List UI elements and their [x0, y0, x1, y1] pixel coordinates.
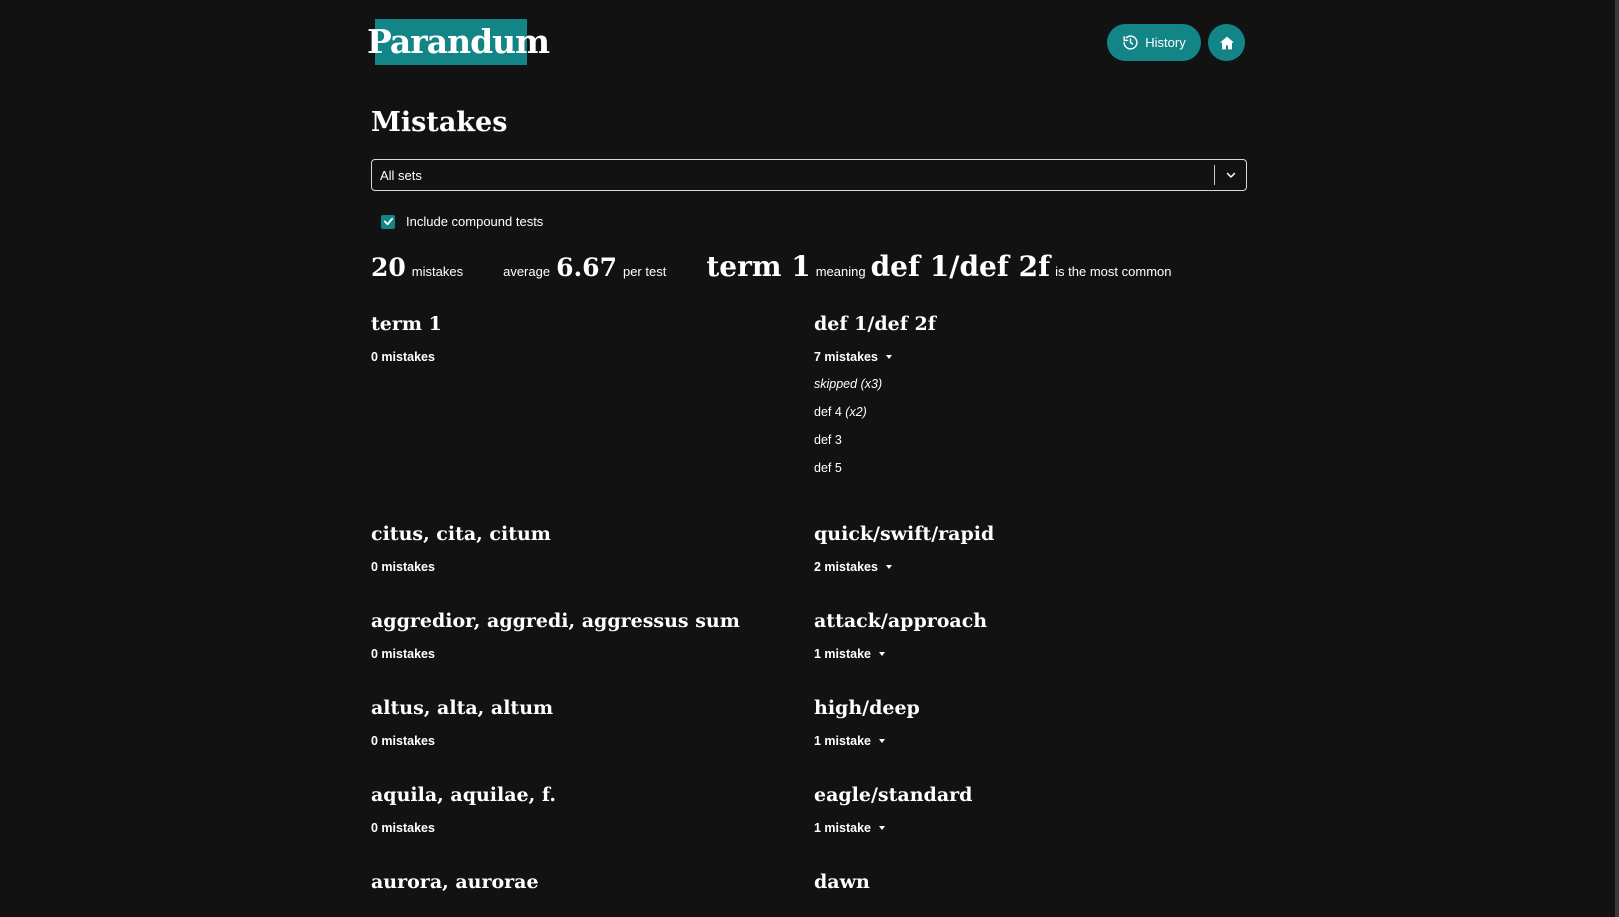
caret-down-icon — [885, 354, 892, 359]
mistake-answer: def 4 — [814, 405, 842, 419]
term-text: aurora, aurorae — [371, 871, 539, 893]
home-button[interactable] — [1208, 24, 1245, 61]
list-item: citus, cita, citum 0 mistakes quick/swif… — [371, 521, 1249, 608]
set-select[interactable]: All sets — [371, 159, 1247, 191]
term-cell: term 1 0 mistakes — [371, 311, 814, 521]
term-mistake-count: 0 mistakes — [371, 349, 435, 364]
include-compound-row: Include compound tests — [381, 214, 543, 229]
definition-text: attack/approach — [814, 610, 988, 632]
list-item: aggredior, aggredi, aggressus sum 0 mist… — [371, 608, 1249, 695]
definition-text: def 1/def 2f — [814, 313, 936, 335]
average-stat: average 6.67 per test — [503, 253, 666, 282]
most-common-term: term 1 — [706, 250, 811, 283]
most-common-meaning: def 1/def 2f — [870, 250, 1051, 283]
most-common-label: is the most common — [1055, 264, 1172, 279]
term-mistake-count: 0 mistakes — [371, 559, 435, 574]
term-cell: aurora, aurorae — [371, 869, 814, 909]
total-mistakes-value: 20 — [371, 253, 406, 282]
term-text: term 1 — [371, 313, 442, 335]
mistakes-list: term 1 0 mistakes def 1/def 2f 7 mistake… — [371, 311, 1249, 909]
definition-mistake-count: 1 mistake — [814, 820, 871, 835]
definition-cell: dawn — [814, 869, 1257, 909]
total-mistakes-stat: 20 mistakes — [371, 253, 463, 282]
definition-cell: attack/approach 1 mistake — [814, 608, 1257, 695]
definition-mistakes-toggle[interactable]: 7 mistakes — [814, 348, 1257, 365]
definition-cell: high/deep 1 mistake — [814, 695, 1257, 782]
term-mistake-count: 0 mistakes — [371, 733, 435, 748]
mistake-answer: def 3 — [814, 433, 842, 447]
meaning-label: meaning — [815, 264, 866, 279]
list-item: term 1 0 mistakes def 1/def 2f 7 mistake… — [371, 311, 1249, 521]
history-label: History — [1145, 35, 1186, 50]
history-button[interactable]: History — [1107, 24, 1201, 61]
definition-text: eagle/standard — [814, 784, 973, 806]
page-title: Mistakes — [371, 107, 508, 138]
term-mistake-count: 0 mistakes — [371, 646, 435, 661]
mistake-answer: def 5 — [814, 461, 842, 475]
caret-down-icon — [885, 564, 892, 569]
definition-mistakes-toggle[interactable]: 2 mistakes — [814, 558, 1257, 575]
logo[interactable]: Parandum — [367, 19, 550, 65]
caret-down-icon — [878, 738, 885, 743]
mistake-detail: def 3 — [814, 432, 1257, 449]
term-cell: citus, cita, citum 0 mistakes — [371, 521, 814, 608]
definition-mistake-count: 7 mistakes — [814, 349, 878, 364]
definition-cell: quick/swift/rapid 2 mistakes — [814, 521, 1257, 608]
definition-cell: eagle/standard 1 mistake — [814, 782, 1257, 869]
term-mistake-count: 0 mistakes — [371, 820, 435, 835]
definition-text: quick/swift/rapid — [814, 523, 995, 545]
definition-text: dawn — [814, 871, 870, 893]
mistake-multiplier: (x2) — [845, 405, 867, 419]
set-select-value: All sets — [380, 167, 422, 183]
term-text: citus, cita, citum — [371, 523, 551, 545]
mistake-multiplier: (x3) — [860, 377, 883, 391]
caret-down-icon — [878, 825, 885, 830]
list-item: aquila, aquilae, f. 0 mistakes eagle/sta… — [371, 782, 1249, 869]
stats-summary: 20 mistakes average 6.67 per test term 1… — [371, 250, 1212, 290]
check-icon — [383, 217, 393, 226]
list-item: altus, alta, altum 0 mistakes high/deep … — [371, 695, 1249, 782]
mistake-detail: skipped (x3) — [814, 376, 1257, 393]
term-cell: aggredior, aggredi, aggressus sum 0 mist… — [371, 608, 814, 695]
caret-down-icon — [878, 651, 885, 656]
history-icon — [1122, 34, 1139, 51]
mistake-detail: def 4 (x2) — [814, 404, 1257, 421]
definition-mistake-count: 2 mistakes — [814, 559, 878, 574]
average-value: 6.67 — [556, 253, 617, 282]
header: Parandum History — [367, 0, 1249, 95]
definition-mistakes-toggle[interactable]: 1 mistake — [814, 819, 1257, 836]
page-container: Parandum History Mistakes All sets Inclu… — [367, 0, 1249, 893]
definition-mistakes-toggle[interactable]: 1 mistake — [814, 645, 1257, 662]
definition-mistakes-toggle[interactable]: 1 mistake — [814, 732, 1257, 749]
definition-mistake-count: 1 mistake — [814, 733, 871, 748]
total-mistakes-label: mistakes — [411, 264, 464, 279]
scrollbar-track[interactable] — [1615, 0, 1619, 917]
mistake-answer: skipped — [814, 377, 858, 391]
term-text: altus, alta, altum — [371, 697, 554, 719]
term-text: aggredior, aggredi, aggressus sum — [371, 610, 740, 632]
chevron-down-icon[interactable] — [1215, 160, 1246, 190]
per-test-label: per test — [622, 264, 667, 279]
list-item: aurora, aurorae dawn — [371, 869, 1249, 909]
include-compound-checkbox[interactable] — [381, 214, 395, 229]
most-common-stat: term 1 meaning def 1/def 2f is the most … — [706, 250, 1171, 283]
definition-cell: def 1/def 2f 7 mistakes skipped (x3) def… — [814, 311, 1257, 521]
definition-text: high/deep — [814, 697, 920, 719]
average-label: average — [503, 264, 551, 279]
scrollbar-thumb[interactable] — [1615, 0, 1619, 917]
term-text: aquila, aquilae, f. — [371, 784, 556, 806]
definition-mistake-count: 1 mistake — [814, 646, 871, 661]
mistake-detail: def 5 — [814, 460, 1257, 477]
term-cell: altus, alta, altum 0 mistakes — [371, 695, 814, 782]
include-compound-label[interactable]: Include compound tests — [406, 214, 543, 229]
term-cell: aquila, aquilae, f. 0 mistakes — [371, 782, 814, 869]
home-icon — [1219, 35, 1235, 51]
